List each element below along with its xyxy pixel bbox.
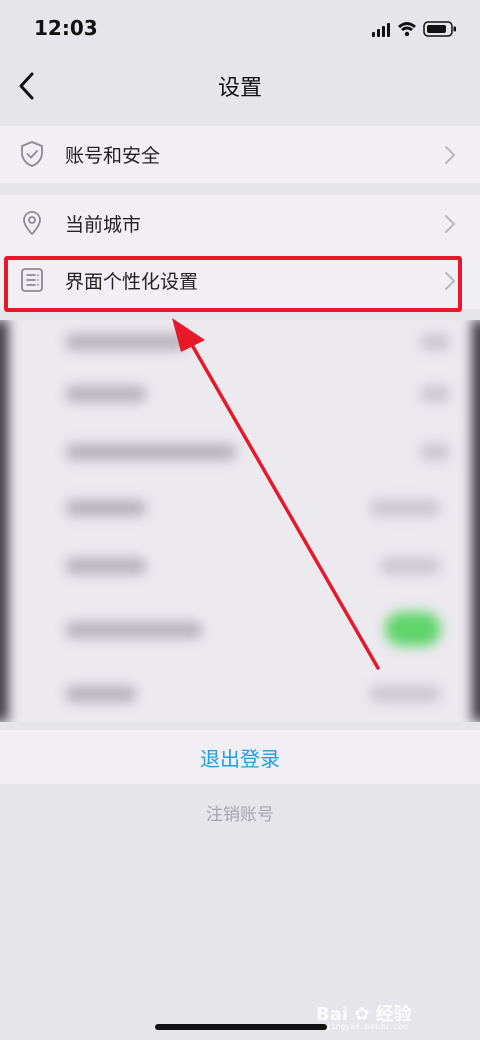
settings-row-label: 当前城市 [65,214,142,236]
settings-row-account-security[interactable]: 账号和安全 [0,126,480,183]
nav-bar: 设置 [0,58,480,114]
settings-row-label: 账号和安全 [65,145,161,167]
baidu-watermark: Bai ✿ 经验 jingyan.baidu.com [316,990,456,1031]
logout-label: 退出登录 [200,747,280,771]
page-title: 设置 [217,76,262,101]
location-pin-icon [23,211,41,235]
chevron-right-icon [445,146,455,164]
status-time: 12:03 [34,16,98,40]
watermark-url: jingyan.baidu.com [326,1022,408,1031]
logout-button[interactable]: 退出登录 [0,730,480,784]
settings-group-account: 账号和安全 [0,126,480,183]
status-bar: 12:03 [0,0,480,58]
battery-icon [423,21,456,37]
settings-row-current-city[interactable]: 当前城市 [0,195,480,252]
status-icons [372,20,462,38]
blurred-content [0,320,480,722]
chevron-right-icon [445,215,455,233]
blurred-settings-region [0,320,480,722]
highlight-box [4,256,462,312]
cellular-signal-icon [372,23,390,37]
wifi-icon [398,22,416,37]
shield-icon [21,141,43,167]
cancel-account-link[interactable]: 注销账号 [0,800,480,825]
home-indicator[interactable] [155,1024,327,1030]
